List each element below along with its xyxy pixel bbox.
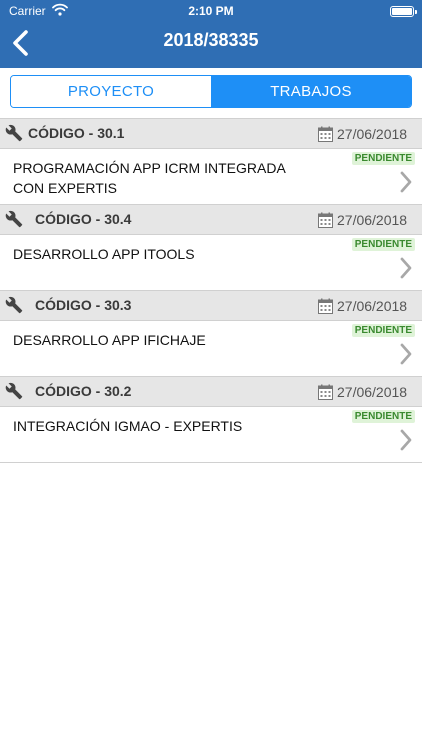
work-code: CÓDIGO - 30.2 bbox=[35, 383, 132, 399]
calendar-icon bbox=[318, 298, 333, 314]
work-row[interactable]: DESARROLLO APP IFICHAJE PENDIENTE bbox=[0, 320, 422, 376]
segmented-control: PROYECTO TRABAJOS bbox=[10, 75, 412, 108]
chevron-right-icon bbox=[400, 429, 412, 451]
chevron-right-icon bbox=[400, 257, 412, 279]
calendar-icon bbox=[318, 384, 333, 400]
status-badge: PENDIENTE bbox=[351, 410, 415, 423]
calendar-icon bbox=[318, 212, 333, 228]
work-date: 27/06/2018 bbox=[337, 126, 408, 142]
clock-label: 2:10 PM bbox=[188, 4, 234, 18]
works-list: CÓDIGO - 30.1 27/06/2018 PROGRAMACIÓN AP… bbox=[0, 118, 422, 463]
wrench-icon bbox=[5, 296, 23, 314]
wrench-icon bbox=[5, 124, 23, 142]
work-row[interactable]: PROGRAMACIÓN APP ICRM INTEGRADA CON EXPE… bbox=[0, 148, 422, 204]
wrench-icon bbox=[5, 382, 23, 400]
list-item: CÓDIGO - 30.4 27/06/2018 DESARROLLO APP … bbox=[0, 204, 422, 290]
list-item: CÓDIGO - 30.1 27/06/2018 PROGRAMACIÓN AP… bbox=[0, 118, 422, 204]
tab-proyecto[interactable]: PROYECTO bbox=[11, 76, 211, 107]
status-badge: PENDIENTE bbox=[351, 238, 415, 251]
status-badge: PENDIENTE bbox=[351, 324, 415, 337]
chevron-right-icon bbox=[400, 171, 412, 193]
navigation-header: Carrier 2:10 PM 2018/38335 bbox=[0, 0, 422, 68]
work-header: CÓDIGO - 30.2 27/06/2018 bbox=[0, 377, 422, 406]
list-divider bbox=[0, 462, 422, 463]
list-item: CÓDIGO - 30.3 27/06/2018 DESARROLLO APP … bbox=[0, 290, 422, 376]
page-title: 2018/38335 bbox=[163, 30, 259, 50]
list-item: CÓDIGO - 30.2 27/06/2018 INTEGRACIÓN IGM… bbox=[0, 376, 422, 462]
work-description: DESARROLLO APP IFICHAJE bbox=[13, 332, 206, 348]
tab-trabajos[interactable]: TRABAJOS bbox=[211, 76, 411, 107]
battery-icon bbox=[390, 6, 417, 17]
work-code: CÓDIGO - 30.1 bbox=[28, 125, 125, 141]
work-header: CÓDIGO - 30.4 27/06/2018 bbox=[0, 205, 422, 234]
work-date: 27/06/2018 bbox=[337, 384, 408, 400]
work-header: CÓDIGO - 30.1 27/06/2018 bbox=[0, 119, 422, 148]
calendar-icon bbox=[318, 126, 333, 142]
work-date: 27/06/2018 bbox=[337, 212, 408, 228]
work-header: CÓDIGO - 30.3 27/06/2018 bbox=[0, 291, 422, 320]
status-bar: Carrier 2:10 PM bbox=[0, 0, 422, 22]
chevron-right-icon bbox=[400, 343, 412, 365]
wrench-icon bbox=[5, 210, 23, 228]
work-description: DESARROLLO APP ITOOLS bbox=[13, 246, 195, 262]
work-code: CÓDIGO - 30.4 bbox=[35, 211, 132, 227]
work-code: CÓDIGO - 30.3 bbox=[35, 297, 132, 313]
work-row[interactable]: DESARROLLO APP ITOOLS PENDIENTE bbox=[0, 234, 422, 290]
work-description: PROGRAMACIÓN APP ICRM INTEGRADA CON EXPE… bbox=[13, 160, 286, 196]
work-date: 27/06/2018 bbox=[337, 298, 408, 314]
work-description: INTEGRACIÓN IGMAO - EXPERTIS bbox=[13, 418, 243, 434]
work-row[interactable]: INTEGRACIÓN IGMAO - EXPERTIS PENDIENTE bbox=[0, 406, 422, 462]
status-badge: PENDIENTE bbox=[351, 152, 415, 165]
